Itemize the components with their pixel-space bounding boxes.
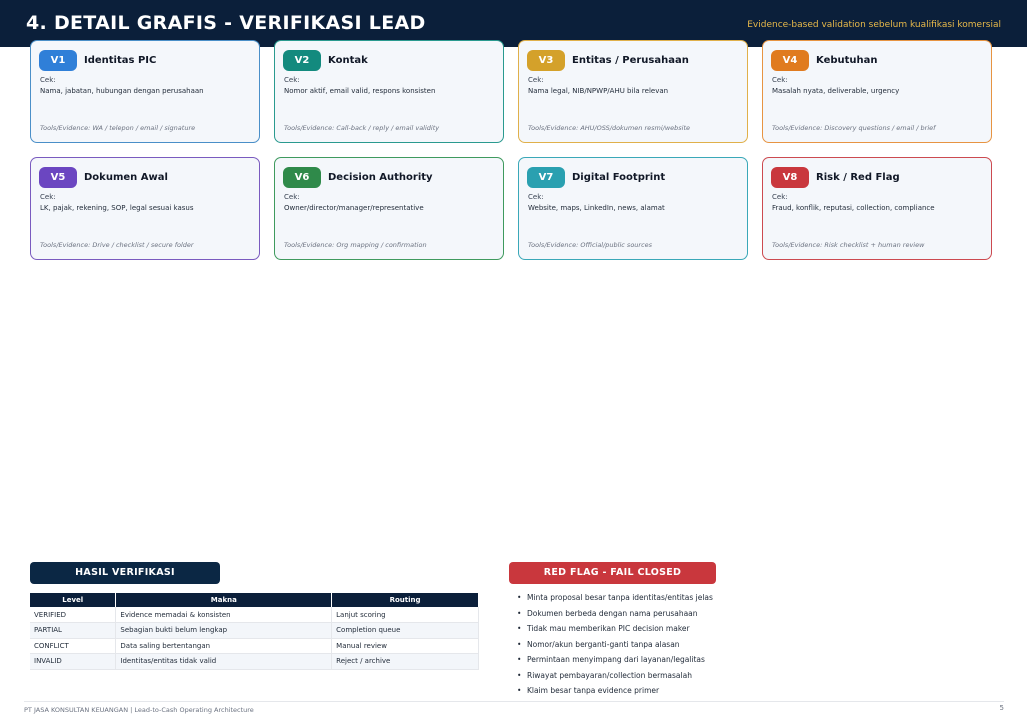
card-check-label: Cek:	[284, 193, 300, 201]
column-header-routing: Routing	[331, 593, 479, 607]
card-code-badge: V4	[771, 50, 809, 71]
card-check-label: Cek:	[40, 76, 56, 84]
table-cell: Data saling bertentangan	[115, 638, 333, 654]
verification-card-v1: V1 Identitas PIC Cek: Nama, jabatan, hubung…	[30, 40, 260, 143]
table-row: VERIFIED Evidence memadai & konsisten La…	[30, 607, 479, 623]
table-row: PARTIAL Sebagian bukti belum lengkap Com…	[30, 622, 479, 639]
table-cell: Sebagian bukti belum lengkap	[115, 622, 333, 639]
card-code-badge: V2	[283, 50, 321, 71]
bullet-icon: •	[517, 655, 522, 664]
card-description: Owner/director/manager/representative	[284, 204, 424, 212]
column-header-makna: Makna	[115, 593, 333, 607]
card-check-label: Cek:	[284, 76, 300, 84]
card-tools-evidence: Tools/Evidence: Call-back / reply / emai…	[284, 124, 440, 132]
card-tools-evidence: Tools/Evidence: Official/public sources	[528, 241, 653, 249]
card-tools-evidence: Tools/Evidence: Org mapping / confirmati…	[284, 241, 427, 249]
list-item: • Nomor/akun berganti-ganti tanpa alasan	[517, 639, 713, 655]
table-cell: Evidence memadai & konsisten	[115, 607, 333, 623]
card-tools-evidence: Tools/Evidence: Drive / checklist / secu…	[40, 241, 194, 249]
card-check-label: Cek:	[528, 193, 544, 201]
table-cell: Reject / archive	[331, 653, 479, 670]
card-title: Digital Footprint	[572, 172, 666, 183]
card-title: Entitas / Perusahaan	[572, 55, 689, 66]
table-cell: INVALID	[30, 653, 117, 670]
card-code-badge: V5	[39, 167, 77, 188]
bullet-icon: •	[517, 593, 522, 602]
bullet-icon: •	[517, 624, 522, 633]
list-item: • Minta proposal besar tanpa identitas/en…	[517, 592, 713, 608]
card-description: LK, pajak, rekening, SOP, legal sesuai k…	[40, 204, 194, 212]
red-flag-text: Nomor/akun berganti-ganti tanpa alasan	[527, 639, 680, 649]
card-title: Dokumen Awal	[84, 172, 168, 183]
red-flag-text: Minta proposal besar tanpa identitas/ent…	[527, 593, 713, 602]
verification-table: Level Makna Routing VERIFIED Evidence me…	[30, 593, 479, 670]
verification-card-v3: V3 Entitas / Perusahaan Cek: Nama legal, NI…	[518, 40, 748, 143]
table-cell: Identitas/entitas tidak valid	[115, 653, 333, 670]
table-row: INVALID Identitas/entitas tidak valid Re…	[30, 653, 479, 670]
card-title: Risk / Red Flag	[816, 172, 900, 183]
red-flag-label: RED FLAG - FAIL CLOSED	[509, 562, 716, 584]
verification-card-v5: V5 Dokumen Awal Cek: LK, pajak, rekening, S…	[30, 157, 260, 260]
card-code-badge: V8	[771, 167, 809, 188]
card-title: Decision Authority	[328, 172, 433, 183]
card-code-badge: V1	[39, 50, 77, 71]
card-check-label: Cek:	[772, 76, 788, 84]
page-subtitle: Evidence-based validation sebelum kualif…	[747, 20, 1001, 30]
card-description: Masalah nyata, deliverable, urgency	[772, 87, 900, 95]
card-code-badge: V3	[527, 50, 565, 71]
table-cell: Lanjut scoring	[331, 607, 479, 623]
card-code-badge: V7	[527, 167, 565, 188]
verification-card-v6: V6 Decision Authority Cek: Owner/director/m…	[274, 157, 504, 260]
table-cell: VERIFIED	[30, 607, 117, 623]
bullet-icon: •	[517, 670, 522, 680]
column-header-level: Level	[30, 593, 117, 607]
table-cell: Completion queue	[331, 622, 479, 639]
footer-divider	[24, 701, 1004, 702]
card-check-label: Cek:	[772, 193, 788, 201]
card-description: Nomor aktif, email valid, respons konsis…	[284, 87, 436, 95]
page-title: 4. DETAIL GRAFIS - VERIFIKASI LEAD	[26, 12, 426, 34]
table-cell: PARTIAL	[30, 622, 117, 639]
bullet-icon: •	[517, 686, 522, 695]
red-flag-text: Dokumen berbeda dengan nama perusahaan	[527, 608, 698, 618]
table-cell: Manual review	[331, 638, 479, 654]
card-tools-evidence: Tools/Evidence: AHU/OSS/dokumen resmi/we…	[528, 124, 691, 132]
verification-card-v4: V4 Kebutuhan Cek: Masalah nyata, deliverabl…	[762, 40, 992, 143]
card-title: Identitas PIC	[84, 55, 157, 66]
card-description: Website, maps, LinkedIn, news, alamat	[528, 204, 665, 212]
bullet-icon: •	[517, 639, 522, 649]
table-cell: CONFLICT	[30, 638, 117, 654]
verification-card-v8: V8 Risk / Red Flag Cek: Fraud, konflik, rep…	[762, 157, 992, 260]
footer-text: PT JASA KONSULTAN KEUANGAN | Lead-to-Cas…	[24, 706, 254, 714]
card-tools-evidence: Tools/Evidence: Discovery questions / em…	[772, 124, 936, 132]
card-description: Nama, jabatan, hubungan dengan perusahaa…	[40, 87, 204, 95]
list-item: • Riwayat pembayaran/collection bermasala…	[517, 670, 713, 686]
card-check-label: Cek:	[40, 193, 56, 201]
list-item: • Permintaan menyimpang dari layanan/lega…	[517, 654, 713, 670]
page-number: 5	[999, 704, 1004, 712]
card-title: Kebutuhan	[816, 55, 878, 66]
red-flag-text: Klaim besar tanpa evidence primer	[527, 686, 660, 695]
table-header-row: Level Makna Routing	[30, 593, 479, 607]
bullet-icon: •	[517, 608, 522, 618]
red-flag-text: Permintaan menyimpang dari layanan/legal…	[527, 655, 705, 664]
verification-card-v2: V2 Kontak Cek: Nomor aktif, email valid, re…	[274, 40, 504, 143]
list-item: • Tidak mau memberikan PIC decision maker	[517, 623, 713, 639]
card-description: Fraud, konflik, reputasi, collection, co…	[772, 204, 935, 212]
table-row: CONFLICT Data saling bertentangan Manual…	[30, 638, 479, 654]
card-tools-evidence: Tools/Evidence: Risk checklist + human r…	[772, 241, 925, 249]
hasil-verifikasi-label: HASIL VERIFIKASI	[30, 562, 220, 584]
card-tools-evidence: Tools/Evidence: WA / telepon / email / s…	[40, 124, 196, 132]
red-flag-text: Tidak mau memberikan PIC decision maker	[527, 624, 690, 633]
list-item: • Klaim besar tanpa evidence primer	[517, 685, 713, 701]
list-item: • Dokumen berbeda dengan nama perusahaan	[517, 608, 713, 624]
card-code-badge: V6	[283, 167, 321, 188]
red-flag-text: Riwayat pembayaran/collection bermasalah	[527, 670, 692, 680]
red-flag-list: • Minta proposal besar tanpa identitas/en…	[517, 592, 713, 701]
card-title: Kontak	[328, 55, 368, 66]
verification-card-v7: V7 Digital Footprint Cek: Website, maps, Li…	[518, 157, 748, 260]
card-check-label: Cek:	[528, 76, 544, 84]
card-description: Nama legal, NIB/NPWP/AHU bila relevan	[528, 87, 669, 95]
